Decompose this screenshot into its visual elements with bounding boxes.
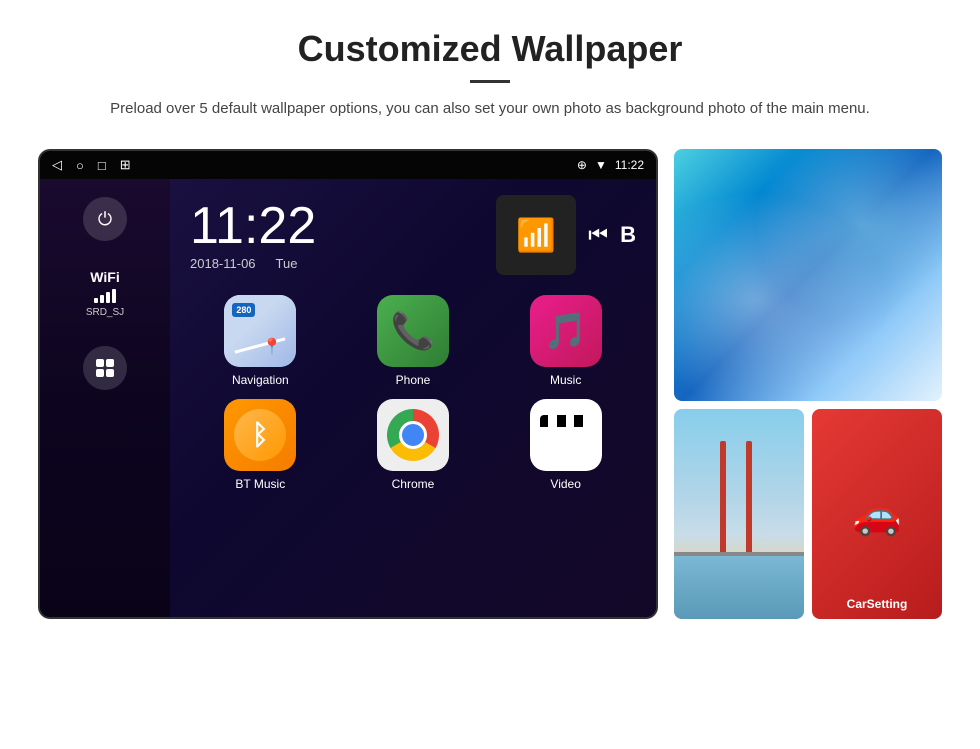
home-icon: ○	[76, 158, 84, 173]
location-icon: ⊕	[577, 158, 587, 172]
main-content: 11:22 2018-11-06 Tue 📶 ⏮ B	[170, 179, 656, 617]
app-item-video[interactable]: Video	[495, 399, 636, 491]
wifi-bar-4	[112, 289, 116, 303]
title-divider	[470, 80, 510, 83]
bridge-deck	[674, 552, 804, 556]
bridge-tower-right	[746, 441, 752, 557]
wifi-bar-3	[106, 292, 110, 303]
wallpaper-bottom: 🚗 CarSetting	[674, 409, 942, 619]
chrome-label: Chrome	[392, 477, 435, 491]
power-button[interactable]: ⏻	[83, 197, 127, 241]
music-icon: 🎵	[530, 295, 602, 367]
car-setting-icon: 🚗	[852, 491, 902, 538]
video-icon	[530, 399, 602, 471]
content-area: ◁ ○ □ ⊞ ⊕ ▼ 11:22 ⏻ WiFi	[0, 149, 980, 619]
ice-cave-bg	[674, 149, 942, 401]
chrome-icon	[377, 399, 449, 471]
grid-icon	[96, 359, 114, 377]
wifi-label: WiFi	[86, 269, 124, 285]
bt-music-label: BT Music	[235, 477, 285, 491]
letter-b-display: B	[620, 222, 636, 248]
phone-icon: 📞	[377, 295, 449, 367]
clock-day: Tue	[276, 256, 298, 271]
app-item-bt-music[interactable]: ᛒ BT Music	[190, 399, 331, 491]
wifi-bar-1	[94, 298, 98, 303]
video-label: Video	[550, 477, 580, 491]
app-item-chrome[interactable]: Chrome	[343, 399, 484, 491]
wifi-signal-icon: 📶	[516, 216, 556, 254]
status-right: ⊕ ▼ 11:22	[577, 158, 644, 172]
wifi-bar-2	[100, 295, 104, 303]
clock-area: 11:22 2018-11-06 Tue 📶 ⏮ B	[170, 179, 656, 285]
navigation-label: Navigation	[232, 373, 289, 387]
media-controls: ⏮ B	[588, 222, 636, 248]
page-header: Customized Wallpaper Preload over 5 defa…	[0, 0, 980, 139]
clock-date-value: 2018-11-06	[190, 256, 256, 271]
wifi-bars	[86, 289, 124, 303]
screenshot-icon: ⊞	[120, 157, 131, 173]
apps-grid-button[interactable]	[83, 346, 127, 390]
page-subtitle: Preload over 5 default wallpaper options…	[60, 97, 920, 121]
page-title: Customized Wallpaper	[60, 28, 920, 70]
recents-icon: □	[98, 158, 106, 173]
wallpaper-panels: 🚗 CarSetting	[674, 149, 942, 619]
music-label: Music	[550, 373, 581, 387]
clock-time: 11:22	[190, 200, 316, 252]
prev-track-icon[interactable]: ⏮	[588, 222, 608, 248]
wifi-info: WiFi SRD_SJ	[86, 269, 124, 318]
status-time: 11:22	[615, 158, 644, 172]
wallpaper-top[interactable]	[674, 149, 942, 401]
clock-date: 2018-11-06 Tue	[190, 256, 316, 271]
bridge-wallpaper[interactable]	[674, 409, 804, 619]
phone-label: Phone	[396, 373, 431, 387]
media-icons: 📶 ⏮ B	[496, 195, 636, 275]
bt-music-icon: ᛒ	[224, 399, 296, 471]
signal-icon: ▼	[595, 158, 607, 172]
app-item-navigation[interactable]: 280 📍 Navigation	[190, 295, 331, 387]
wifi-ssid: SRD_SJ	[86, 307, 124, 318]
navigation-icon: 280 📍	[224, 295, 296, 367]
app-item-music[interactable]: 🎵 Music	[495, 295, 636, 387]
clock-info: 11:22 2018-11-06 Tue	[190, 200, 316, 271]
status-left: ◁ ○ □ ⊞	[52, 157, 131, 173]
bridge-tower-left	[720, 441, 726, 557]
bridge-water	[674, 556, 804, 619]
back-icon: ◁	[52, 157, 62, 173]
status-bar: ◁ ○ □ ⊞ ⊕ ▼ 11:22	[40, 151, 656, 179]
left-sidebar: ⏻ WiFi SRD_SJ	[40, 179, 170, 617]
device-mockup: ◁ ○ □ ⊞ ⊕ ▼ 11:22 ⏻ WiFi	[38, 149, 658, 619]
car-setting-panel[interactable]: 🚗 CarSetting	[812, 409, 942, 619]
bridge-structure	[674, 409, 804, 619]
screen-body: ⏻ WiFi SRD_SJ	[40, 179, 656, 617]
car-setting-label: CarSetting	[847, 597, 908, 611]
app-grid: 280 📍 Navigation 📞	[170, 285, 656, 507]
app-item-phone[interactable]: 📞 Phone	[343, 295, 484, 387]
media-box: 📶	[496, 195, 576, 275]
